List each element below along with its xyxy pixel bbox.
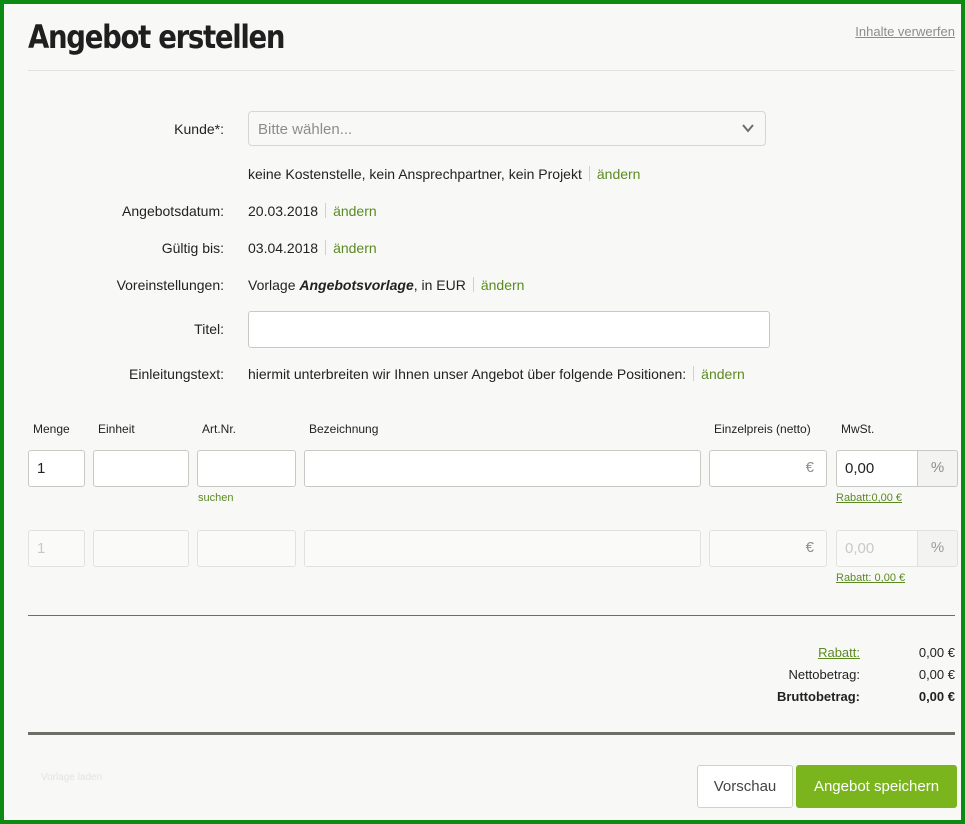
net-amount-label: Nettobetrag: (788, 667, 860, 682)
preview-button[interactable]: Vorschau (697, 765, 793, 808)
column-header-description: Bezeichnung (309, 422, 379, 436)
gross-amount-value: 0,00 € (918, 689, 955, 704)
position-1-quantity-input[interactable] (28, 450, 85, 487)
page-title: Angebot erstellen (28, 18, 286, 56)
header-divider (28, 70, 955, 71)
percent-icon: % (918, 530, 958, 567)
column-header-vat: MwSt. (841, 422, 875, 436)
column-header-quantity: Menge (33, 422, 70, 436)
position-2-vat-input[interactable] (836, 530, 918, 567)
position-1-search-link[interactable]: suchen (198, 492, 233, 504)
position-1-vat-input[interactable] (836, 450, 918, 487)
intro-change-link[interactable]: ändern (701, 366, 745, 382)
euro-icon: € (805, 459, 814, 476)
position-2-discount-link[interactable]: Rabatt: 0,00 € (836, 572, 905, 584)
valid-until-change-link[interactable]: ändern (333, 240, 377, 256)
separator (325, 240, 327, 255)
column-header-unit-price: Einzelpreis (netto) (714, 422, 811, 436)
position-2-unit-input[interactable] (93, 530, 189, 567)
intro-row: hiermit unterbreiten wir Ihnen unser Ang… (248, 366, 745, 382)
position-2-description-input[interactable] (304, 530, 701, 567)
column-header-unit: Einheit (98, 422, 135, 436)
save-offer-button[interactable]: Angebot speichern (796, 765, 957, 808)
positions-divider (28, 615, 955, 616)
totals-divider (28, 732, 955, 735)
euro-icon: € (805, 539, 814, 556)
position-1-price-input[interactable]: € (709, 450, 827, 487)
column-header-article: Art.Nr. (202, 422, 237, 436)
offer-date-row: 20.03.2018 ändern (248, 203, 377, 219)
position-2-quantity-input[interactable] (28, 530, 85, 567)
separator (588, 166, 590, 181)
position-1-description-input[interactable] (304, 450, 701, 487)
intro-text: hiermit unterbreiten wir Ihnen unser Ang… (248, 366, 687, 382)
position-1-article-input[interactable] (197, 450, 296, 487)
customer-select[interactable]: Bitte wählen... (248, 111, 766, 146)
gross-amount-label: Bruttobetrag: (776, 689, 860, 704)
title-label: Titel: (194, 321, 224, 337)
separator (472, 277, 474, 292)
chevron-down-icon (742, 124, 754, 133)
net-amount-value: 0,00 € (918, 667, 955, 682)
presets-suffix: , in EUR (413, 277, 466, 293)
valid-until-label: Gültig bis: (161, 240, 224, 256)
presets-row: Vorlage Angebotsvorlage, in EUR ändern (248, 277, 524, 293)
customer-details-text: keine Kostenstelle, kein Ansprechpartner… (248, 166, 582, 182)
position-2-price-input[interactable]: € (709, 530, 827, 567)
presets-change-link[interactable]: ändern (481, 277, 525, 293)
position-1-discount-link[interactable]: Rabatt:0,00 € (836, 492, 902, 504)
percent-icon: % (918, 450, 958, 487)
customer-select-placeholder: Bitte wählen... (258, 121, 353, 138)
discard-content-link[interactable]: Inhalte verwerfen (855, 24, 955, 39)
total-discount-value: 0,00 € (918, 645, 955, 660)
separator (693, 366, 695, 381)
presets-label: Voreinstellungen: (116, 277, 224, 293)
offer-date-value: 20.03.2018 (248, 203, 319, 219)
offer-date-label: Angebotsdatum: (122, 203, 224, 219)
title-input[interactable] (248, 311, 770, 348)
customer-details-change-link[interactable]: ändern (597, 166, 641, 182)
valid-until-row: 03.04.2018 ändern (248, 240, 377, 256)
offer-form-window: Angebot erstellen Inhalte verwerfen Kund… (0, 0, 965, 824)
position-2-article-input[interactable] (197, 530, 296, 567)
position-1-unit-input[interactable] (93, 450, 189, 487)
load-template-ghost-text: Vorlage laden (41, 772, 103, 783)
customer-details-row: keine Kostenstelle, kein Ansprechpartner… (248, 166, 640, 182)
separator (325, 203, 327, 218)
presets-prefix: Vorlage (248, 277, 300, 293)
customer-label: Kunde*: (174, 121, 224, 137)
total-discount-link[interactable]: Rabatt: (818, 645, 860, 660)
offer-date-change-link[interactable]: ändern (333, 203, 377, 219)
intro-label: Einleitungstext: (129, 366, 224, 382)
presets-template-name: Angebotsvorlage (299, 277, 414, 293)
valid-until-value: 03.04.2018 (248, 240, 319, 256)
